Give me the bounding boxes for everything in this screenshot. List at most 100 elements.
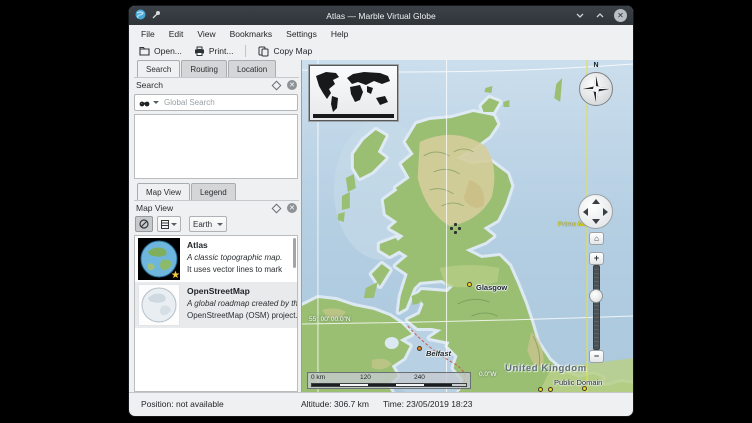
longitude-grid-label: 0.0"W <box>479 371 496 378</box>
menu-bookmarks[interactable]: Bookmarks <box>230 29 273 39</box>
city-label-belfast: Belfast <box>426 343 451 361</box>
search-field[interactable] <box>134 94 298 111</box>
pan-left-arrow-icon <box>583 208 588 216</box>
minimize-button[interactable] <box>574 10 586 22</box>
app-globe-icon <box>135 9 146 22</box>
menubar: File Edit View Bookmarks Settings Help <box>129 25 633 42</box>
binoculars-icon <box>139 94 150 112</box>
screen: Atlas — Marble Virtual Globe ✕ File Edit… <box>0 0 752 423</box>
pin-icon[interactable] <box>151 10 161 22</box>
search-dock-title: Search <box>136 80 163 90</box>
panel-top-tabs: Search Routing Location <box>137 60 299 77</box>
favorite-star-icon: ★ <box>171 270 180 280</box>
atlas-thumbnail: ★ <box>138 238 180 280</box>
map-theme-desc: A classic topographic map. <box>187 253 282 262</box>
tab-search[interactable]: Search <box>137 60 180 77</box>
close-button[interactable]: ✕ <box>614 9 627 22</box>
scale-mid-label: 120 <box>360 374 371 381</box>
toolbar-separator <box>245 45 246 57</box>
zoom-slider-handle[interactable] <box>589 289 603 303</box>
city-marker-glasgow[interactable] <box>467 282 472 287</box>
open-button[interactable]: Open... <box>139 46 182 56</box>
zoom-in-button[interactable]: + <box>589 252 604 265</box>
sidebar: Search Routing Location Search ✕ <box>129 60 301 392</box>
status-altitude-label: Altitude: <box>301 399 332 409</box>
city-label-leeds: Leeds <box>552 389 574 392</box>
maximize-button[interactable] <box>594 10 606 22</box>
tab-routing[interactable]: Routing <box>181 60 227 77</box>
float-dock-icon[interactable] <box>272 203 282 213</box>
pan-down-arrow-icon <box>592 219 600 224</box>
overview-world-map[interactable] <box>309 65 398 121</box>
search-options-caret[interactable] <box>153 101 159 104</box>
latitude-grid-label: 55° 00' 00.0"N <box>309 316 351 323</box>
osm-thumbnail <box>138 284 180 326</box>
celestial-body-select[interactable]: Earth <box>189 216 227 232</box>
folder-icon <box>139 46 150 56</box>
titlebar[interactable]: Atlas — Marble Virtual Globe ✕ <box>129 6 633 25</box>
map-theme-openstreetmap[interactable]: OpenStreetMap A global roadmap created b… <box>135 282 297 328</box>
globe-slash-icon <box>139 219 149 229</box>
pan-control[interactable] <box>578 194 613 229</box>
printer-icon <box>194 46 205 56</box>
list-view-icon <box>161 220 169 229</box>
status-time: Time: 23/05/2019 18:23 <box>383 399 472 409</box>
close-dock-icon[interactable]: ✕ <box>287 80 297 90</box>
status-position: Position: not available <box>141 399 224 409</box>
zoom-slider-track[interactable] <box>593 265 600 350</box>
crosshair-icon <box>450 223 461 234</box>
menu-settings[interactable]: Settings <box>286 29 317 39</box>
marble-window: Atlas — Marble Virtual Globe ✕ File Edit… <box>128 5 634 417</box>
country-label: United Kingdom <box>505 363 587 374</box>
chevron-down-icon <box>217 223 223 226</box>
float-dock-icon[interactable] <box>272 80 282 90</box>
panel-bottom-tabs: Map View Legend <box>137 183 299 200</box>
scale-bar: 0 km 120 240 <box>307 372 471 389</box>
menu-file[interactable]: File <box>141 29 155 39</box>
chevron-down-icon <box>171 223 177 226</box>
compass-icon <box>579 72 613 106</box>
city-label-hull: Hull <box>588 389 602 392</box>
search-results-list[interactable] <box>134 114 298 179</box>
city-label-bradford: Bradford <box>514 389 546 392</box>
scrollbar[interactable] <box>293 238 296 268</box>
menu-edit[interactable]: Edit <box>169 29 184 39</box>
copy-icon <box>258 46 269 57</box>
map-theme-name: OpenStreetMap <box>187 286 294 296</box>
menu-view[interactable]: View <box>197 29 215 39</box>
map-theme-list[interactable]: ★ Atlas A classic topographic map. It us… <box>134 235 298 392</box>
projection-button[interactable] <box>157 216 181 232</box>
tab-map-view[interactable]: Map View <box>137 183 190 200</box>
copy-map-button[interactable]: Copy Map <box>258 46 312 57</box>
map-theme-atlas[interactable]: ★ Atlas A classic topographic map. It us… <box>135 236 297 282</box>
map-canvas[interactable]: N Prime Meridian <box>301 60 633 392</box>
status-altitude-value: 306.7 km <box>334 399 369 409</box>
tab-location[interactable]: Location <box>228 60 276 77</box>
pan-up-arrow-icon <box>592 199 600 204</box>
menu-help[interactable]: Help <box>331 29 348 39</box>
toolbar: Open... Print... Copy Map <box>129 42 633 60</box>
map-theme-desc: OpenStreetMap (OSM) project. <box>187 311 294 320</box>
zoom-out-button[interactable]: − <box>589 350 604 363</box>
search-dock-header: Search ✕ <box>134 77 299 92</box>
print-button[interactable]: Print... <box>194 46 234 56</box>
globe-view-toggle[interactable] <box>135 216 153 232</box>
city-marker-belfast[interactable] <box>417 346 422 351</box>
pan-right-arrow-icon <box>603 208 608 216</box>
scale-zero-label: 0 km <box>311 374 325 381</box>
window-title: Atlas — Marble Virtual Globe <box>129 11 633 21</box>
mapview-controls: Earth <box>134 215 299 235</box>
close-dock-icon[interactable]: ✕ <box>287 203 297 213</box>
attribution-label: Public Domain <box>554 378 602 387</box>
search-input[interactable] <box>162 97 293 108</box>
mapview-dock-header: Map View ✕ <box>134 200 299 215</box>
scale-max-label: 240 <box>414 374 425 381</box>
city-label-glasgow: Glasgow <box>476 277 507 295</box>
scale-bar-segments <box>311 383 467 387</box>
map-theme-name: Atlas <box>187 240 282 250</box>
mapview-dock-title: Map View <box>136 203 173 213</box>
home-button[interactable]: ⌂ <box>589 232 604 245</box>
compass-north-label: N <box>578 62 614 69</box>
tab-legend[interactable]: Legend <box>191 183 236 200</box>
statusbar: Position: not available Altitude: 306.7 … <box>129 392 633 416</box>
